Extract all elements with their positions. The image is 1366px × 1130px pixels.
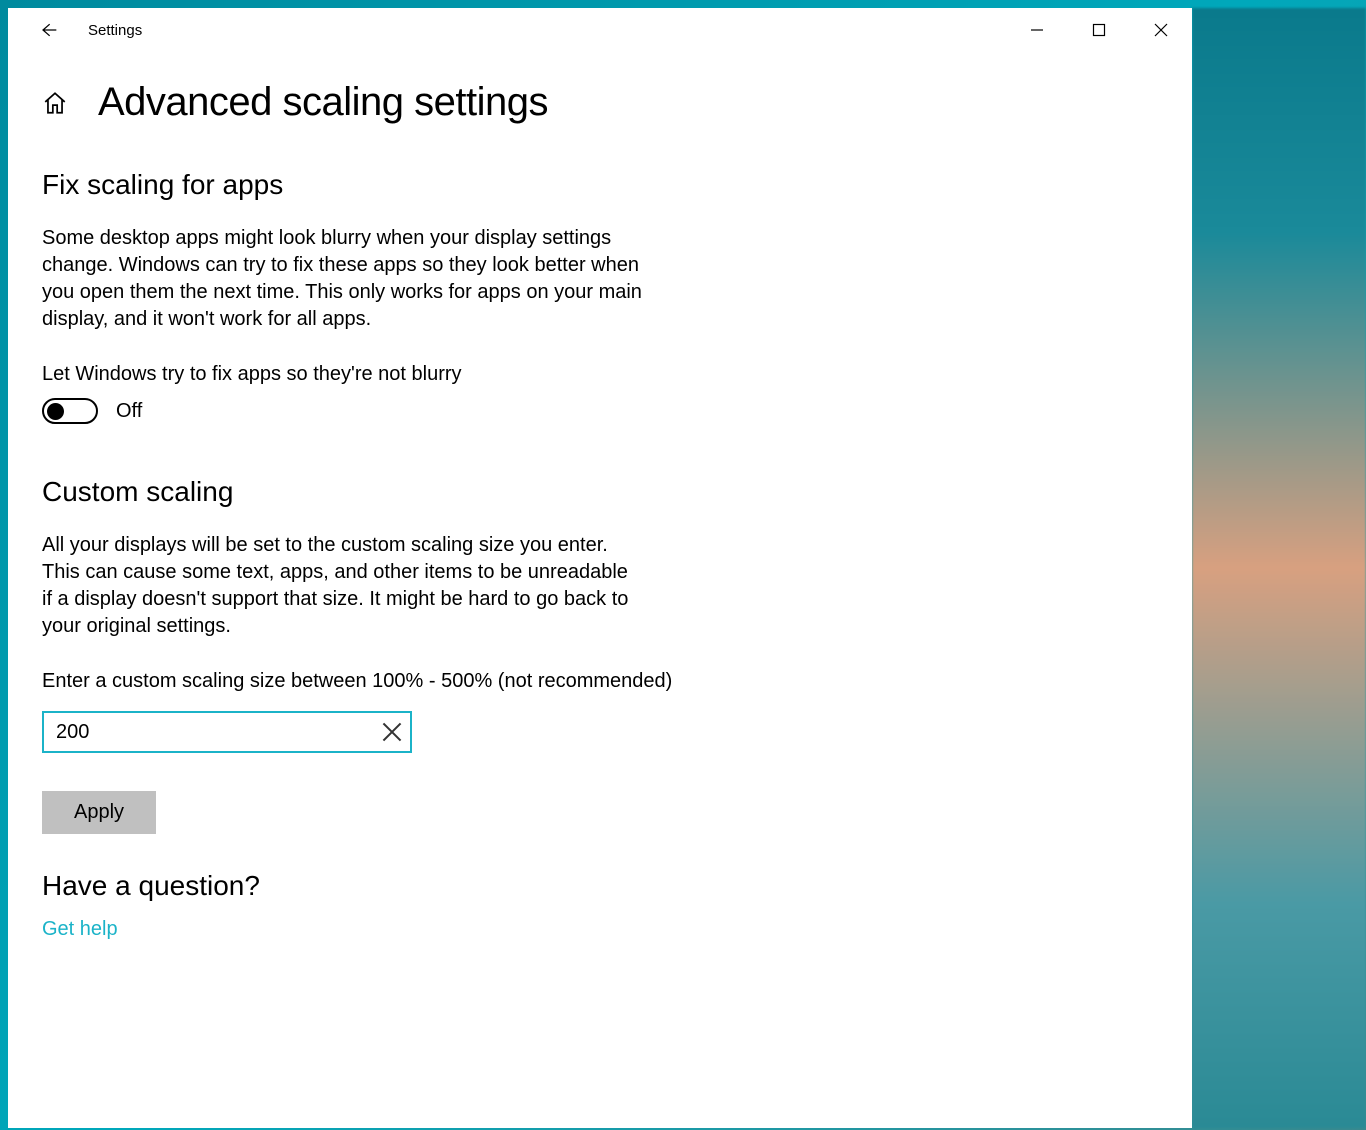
content-area: Advanced scaling settings Fix scaling fo… [8, 52, 1192, 969]
back-arrow-icon [38, 20, 58, 40]
home-icon[interactable] [42, 90, 68, 116]
fix-scaling-toggle[interactable] [42, 398, 98, 424]
window-title: Settings [88, 22, 142, 39]
desktop-background [1192, 8, 1366, 1128]
help-heading: Have a question? [42, 870, 1158, 902]
fix-scaling-description: Some desktop apps might look blurry when… [42, 225, 642, 333]
custom-scaling-description: All your displays will be set to the cus… [42, 532, 642, 640]
page-title: Advanced scaling settings [98, 80, 548, 125]
maximize-icon [1092, 23, 1106, 37]
clear-x-icon [380, 720, 404, 744]
close-button[interactable] [1130, 8, 1192, 52]
custom-scaling-input-wrapper [42, 711, 412, 753]
minimize-button[interactable] [1006, 8, 1068, 52]
custom-scaling-input[interactable] [42, 711, 412, 753]
maximize-button[interactable] [1068, 8, 1130, 52]
fix-scaling-toggle-label: Let Windows try to fix apps so they're n… [42, 363, 1158, 386]
fix-scaling-heading: Fix scaling for apps [42, 169, 1158, 201]
back-button[interactable] [28, 10, 68, 50]
close-icon [1154, 23, 1168, 37]
fix-scaling-toggle-row: Off [42, 398, 1158, 424]
apply-button[interactable]: Apply [42, 791, 156, 834]
custom-scaling-input-label: Enter a custom scaling size between 100%… [42, 670, 1158, 693]
page-header: Advanced scaling settings [42, 80, 1158, 125]
settings-window: Settings [8, 8, 1192, 1128]
window-controls [1006, 8, 1192, 52]
titlebar: Settings [8, 8, 1192, 52]
fix-scaling-toggle-state: Off [116, 400, 142, 423]
minimize-icon [1030, 23, 1044, 37]
toggle-knob [47, 403, 64, 420]
input-clear-button[interactable] [380, 720, 404, 744]
custom-scaling-heading: Custom scaling [42, 476, 1158, 508]
get-help-link[interactable]: Get help [42, 918, 118, 941]
